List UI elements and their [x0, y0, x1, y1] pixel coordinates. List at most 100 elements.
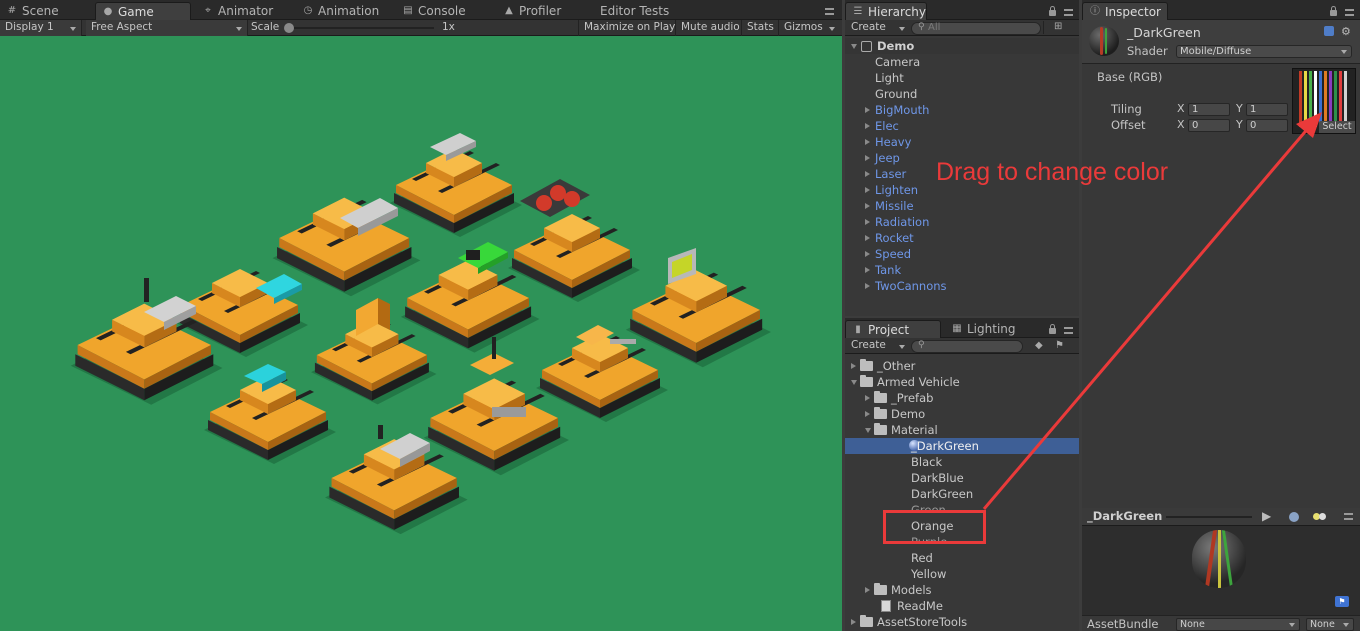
game-viewport[interactable]	[0, 36, 842, 631]
expand-arrow-icon[interactable]	[851, 380, 857, 385]
tab-console[interactable]: ▤ Console	[396, 2, 474, 20]
expand-arrow-icon[interactable]	[865, 428, 871, 433]
tiling-y-field[interactable]: 1	[1246, 103, 1288, 116]
gizmos-dropdown[interactable]: Gizmos	[778, 20, 842, 36]
hierarchy-item[interactable]: Speed	[845, 246, 1079, 262]
tab-editor-tests[interactable]: Editor Tests	[592, 2, 677, 20]
expand-arrow-icon[interactable]	[865, 187, 870, 193]
expand-arrow-icon[interactable]	[865, 267, 870, 273]
tab-game[interactable]: ● Game	[95, 2, 191, 20]
hierarchy-item[interactable]: Tank	[845, 262, 1079, 278]
expand-arrow-icon[interactable]	[865, 203, 870, 209]
expand-arrow-icon[interactable]	[865, 123, 870, 129]
hierarchy-item[interactable]: BigMouth	[845, 102, 1079, 118]
shader-dropdown[interactable]: Mobile/Diffuse	[1176, 45, 1352, 58]
panel-menu-icon[interactable]	[1064, 9, 1073, 16]
tab-inspector[interactable]: ⓘ Inspector	[1082, 2, 1168, 20]
search-clear-icon[interactable]: ⊞	[1043, 21, 1073, 34]
light-2-icon[interactable]	[1319, 513, 1326, 520]
filter-by-label-icon[interactable]: ⚑	[1055, 340, 1064, 351]
display-dropdown[interactable]: Display 1	[0, 20, 82, 36]
offset-x-field[interactable]: 0	[1188, 119, 1230, 132]
tab-profiler[interactable]: ▲ Profiler	[497, 2, 569, 20]
project-item[interactable]: DarkGreen	[845, 486, 1079, 502]
expand-arrow-icon[interactable]	[865, 395, 870, 401]
tab-project[interactable]: ▮ Project	[845, 320, 941, 338]
expand-arrow-icon[interactable]	[851, 619, 856, 625]
expand-arrow-icon[interactable]	[865, 219, 870, 225]
expand-arrow-icon[interactable]	[865, 251, 870, 257]
scale-slider-thumb[interactable]	[284, 23, 294, 33]
preview-menu-icon[interactable]	[1344, 513, 1353, 520]
expand-arrow-icon[interactable]	[865, 139, 870, 145]
offset-y-field[interactable]: 0	[1246, 119, 1288, 132]
hierarchy-item[interactable]: Ground	[845, 86, 1079, 102]
expand-arrow-icon[interactable]	[865, 283, 870, 289]
project-item[interactable]: _Prefab	[845, 390, 1079, 406]
lock-icon[interactable]	[1049, 324, 1056, 334]
project-item[interactable]: Material	[845, 422, 1079, 438]
project-item[interactable]: Yellow	[845, 566, 1079, 582]
hierarchy-item[interactable]: Camera	[845, 54, 1079, 70]
project-item[interactable]: DarkBlue	[845, 470, 1079, 486]
help-icon[interactable]	[1324, 26, 1334, 36]
aspect-dropdown[interactable]: Free Aspect	[86, 20, 248, 36]
hierarchy-item[interactable]: Radiation	[845, 214, 1079, 230]
project-search-input[interactable]: ⚲	[911, 340, 1023, 353]
project-item-label: ReadMe	[897, 599, 943, 613]
project-item[interactable]: Armed Vehicle	[845, 374, 1079, 390]
tab-scene[interactable]: # Scene	[0, 2, 67, 20]
tab-animation[interactable]: ◷ Animation	[296, 2, 387, 20]
hierarchy-item[interactable]: Heavy	[845, 134, 1079, 150]
expand-arrow-icon[interactable]	[851, 363, 856, 369]
texture-slot[interactable]: Select	[1292, 68, 1356, 134]
scale-slider[interactable]	[284, 23, 434, 33]
panel-menu-icon[interactable]	[1064, 327, 1073, 334]
panel-menu-icon[interactable]	[1345, 9, 1354, 16]
play-icon[interactable]: ▶	[1262, 509, 1271, 523]
expand-arrow-icon[interactable]	[865, 587, 870, 593]
hierarchy-item[interactable]: Missile	[845, 198, 1079, 214]
tab-inspector-label: Inspector	[1105, 5, 1161, 19]
project-item[interactable]: AssetStoreTools	[845, 614, 1079, 630]
expand-arrow-icon[interactable]	[865, 107, 870, 113]
tag-icon[interactable]: ⚑	[1335, 596, 1349, 607]
tab-hierarchy[interactable]: ☰ Hierarchy	[845, 2, 927, 20]
hierarchy-item[interactable]: TwoCannons	[845, 278, 1079, 294]
scene-row-demo[interactable]: Demo	[845, 38, 1079, 54]
tab-lighting[interactable]: ▦ Lighting	[945, 320, 1024, 338]
hierarchy-create-button[interactable]: Create	[851, 20, 909, 36]
select-texture-button[interactable]: Select	[1319, 121, 1355, 133]
mute-audio-toggle[interactable]: Mute audio	[675, 20, 740, 36]
tiling-x-field[interactable]: 1	[1188, 103, 1230, 116]
hierarchy-item[interactable]: Rocket	[845, 230, 1079, 246]
expand-arrow-icon[interactable]	[865, 155, 870, 161]
hierarchy-item[interactable]: Elec	[845, 118, 1079, 134]
expand-arrow-icon[interactable]	[865, 235, 870, 241]
hierarchy-item[interactable]: Light	[845, 70, 1079, 86]
project-item[interactable]: Demo	[845, 406, 1079, 422]
preview-splitter[interactable]	[1166, 516, 1252, 518]
hierarchy-search-input[interactable]: ⚲ All	[911, 22, 1041, 35]
gear-icon[interactable]: ⚙	[1341, 25, 1351, 38]
project-item[interactable]: ReadMe	[845, 598, 1079, 614]
lock-icon[interactable]	[1330, 6, 1337, 16]
project-create-button[interactable]: Create	[851, 338, 909, 354]
filter-by-type-icon[interactable]: ◆	[1035, 340, 1043, 351]
assetbundle-variant-dropdown[interactable]: None	[1306, 618, 1354, 631]
expand-arrow-icon[interactable]	[865, 411, 870, 417]
maximize-on-play-toggle[interactable]: Maximize on Play	[578, 20, 675, 36]
lock-icon[interactable]	[1049, 6, 1056, 16]
project-item[interactable]: _Other	[845, 358, 1079, 374]
tab-lighting-label: Lighting	[967, 322, 1016, 336]
assetbundle-name-dropdown[interactable]: None	[1176, 618, 1300, 631]
tab-animator[interactable]: ⌖ Animator	[196, 2, 281, 20]
panel-menu-icon[interactable]	[825, 8, 834, 15]
preview-sphere-icon[interactable]	[1289, 512, 1299, 522]
project-item[interactable]: Red	[845, 550, 1079, 566]
stats-toggle[interactable]: Stats	[741, 20, 777, 36]
project-item[interactable]: Models	[845, 582, 1079, 598]
expand-arrow-icon[interactable]	[865, 171, 870, 177]
project-item[interactable]: _DarkGreen	[845, 438, 1079, 454]
project-item[interactable]: Black	[845, 454, 1079, 470]
